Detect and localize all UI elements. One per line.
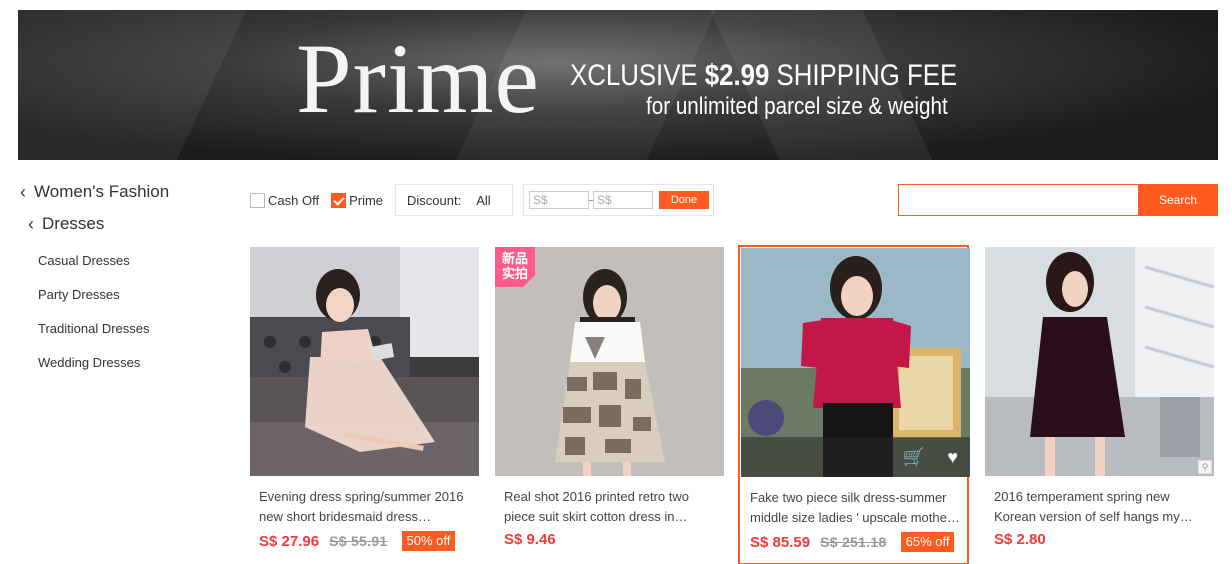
price-min-input[interactable] bbox=[529, 191, 590, 209]
banner-headline-suffix: SHIPPING FEE bbox=[769, 59, 958, 92]
product-title[interactable]: Real shot 2016 printed retro two piece s… bbox=[504, 487, 718, 527]
product-image[interactable]: ⚲ bbox=[985, 247, 1214, 476]
discount-value: All bbox=[476, 192, 491, 208]
category-back-link[interactable]: ‹ Women's Fashion bbox=[20, 178, 228, 206]
search-input[interactable] bbox=[898, 184, 1138, 216]
product-card[interactable]: 新品 实拍 Real shot 2016 printed retro two pi… bbox=[495, 247, 726, 564]
product-original-price: S$ 55.91 bbox=[329, 533, 388, 549]
discount-badge: 50% off bbox=[401, 531, 456, 551]
add-to-cart-icon[interactable]: 🛒 bbox=[903, 447, 925, 468]
product-price-row: S$ 85.59 S$ 251.18 65% off bbox=[750, 532, 955, 552]
banner-headline-price: $2.99 bbox=[704, 59, 770, 92]
product-price: S$ 85.59 bbox=[750, 533, 811, 551]
search-bar: Search bbox=[898, 184, 1218, 216]
prime-label: Prime bbox=[349, 192, 384, 208]
product-price: S$ 9.46 bbox=[504, 531, 556, 548]
discount-label: Discount: bbox=[407, 192, 462, 208]
chevron-left-icon: ‹ bbox=[28, 213, 34, 234]
sidebar-item-traditional-dresses[interactable]: Traditional Dresses bbox=[38, 312, 228, 346]
price-range-filter: Done bbox=[523, 184, 715, 216]
product-card[interactable]: ⚲ 2016 temperament spring new Korean ver… bbox=[985, 247, 1216, 564]
product-image[interactable]: 新品 实拍 bbox=[495, 247, 724, 476]
sidebar-item-wedding-dresses[interactable]: Wedding Dresses bbox=[38, 346, 228, 380]
category-sidebar: ‹ Women's Fashion ‹ Dresses Casual Dress… bbox=[18, 178, 228, 380]
filter-bar: Cash Off Prime Discount: All Done bbox=[250, 184, 715, 216]
banner-subheadline: for unlimited parcel size & weight bbox=[646, 93, 948, 120]
product-image[interactable]: 🛒 ♥ bbox=[741, 248, 970, 477]
magnifier-icon[interactable]: ⚲ bbox=[1198, 460, 1212, 474]
cash-off-checkbox-box[interactable] bbox=[250, 192, 265, 208]
product-image[interactable] bbox=[250, 247, 479, 476]
product-title[interactable]: Evening dress spring/summer 2016 new sho… bbox=[259, 487, 473, 527]
cash-off-label: Cash Off bbox=[268, 192, 320, 208]
prime-banner[interactable]: Prime XCLUSIVE $2.99 SHIPPING FEE for un… bbox=[18, 10, 1218, 160]
quick-actions-bar: 🛒 ♥ bbox=[741, 437, 970, 477]
banner-prime-logo: Prime bbox=[296, 23, 540, 134]
price-done-button[interactable]: Done bbox=[659, 191, 710, 209]
product-title[interactable]: 2016 temperament spring new Korean versi… bbox=[994, 487, 1208, 527]
product-original-price: S$ 251.18 bbox=[820, 534, 887, 550]
discount-badge: 65% off bbox=[900, 532, 955, 552]
subcategory-list: Casual Dresses Party Dresses Traditional… bbox=[18, 244, 228, 380]
sidebar-item-casual-dresses[interactable]: Casual Dresses bbox=[38, 244, 228, 278]
product-card[interactable]: 🛒 ♥ Fake two piece silk dress-summer mid… bbox=[738, 245, 970, 564]
prime-checkbox[interactable]: Prime bbox=[331, 192, 384, 208]
product-price-row: S$ 2.80 bbox=[994, 531, 1056, 548]
discount-select[interactable]: Discount: All bbox=[395, 184, 514, 216]
banner-headline: XCLUSIVE $2.99 SHIPPING FEE bbox=[570, 58, 957, 94]
product-title[interactable]: Fake two piece silk dress-summer middle … bbox=[750, 488, 964, 528]
product-price-row: S$ 27.96 S$ 55.91 50% off bbox=[259, 531, 456, 551]
product-price: S$ 2.80 bbox=[994, 531, 1046, 548]
cash-off-checkbox[interactable]: Cash Off bbox=[250, 192, 320, 208]
search-button[interactable]: Search bbox=[1138, 184, 1218, 216]
product-price: S$ 27.96 bbox=[259, 532, 320, 550]
prime-checkbox-box[interactable] bbox=[331, 192, 347, 208]
chevron-left-icon: ‹ bbox=[20, 181, 26, 202]
category-label: Women's Fashion bbox=[34, 182, 170, 201]
sidebar-item-party-dresses[interactable]: Party Dresses bbox=[38, 278, 228, 312]
heart-icon[interactable]: ♥ bbox=[947, 447, 958, 468]
price-max-input[interactable] bbox=[593, 191, 654, 209]
product-card[interactable]: Evening dress spring/summer 2016 new sho… bbox=[250, 247, 481, 564]
product-price-row: S$ 9.46 bbox=[504, 531, 566, 548]
new-arrival-badge: 新品 实拍 bbox=[495, 247, 535, 287]
banner-headline-prefix: XCLUSIVE bbox=[570, 59, 705, 92]
subcategory-back-link[interactable]: ‹ Dresses bbox=[28, 210, 228, 238]
subcategory-label: Dresses bbox=[42, 214, 105, 233]
